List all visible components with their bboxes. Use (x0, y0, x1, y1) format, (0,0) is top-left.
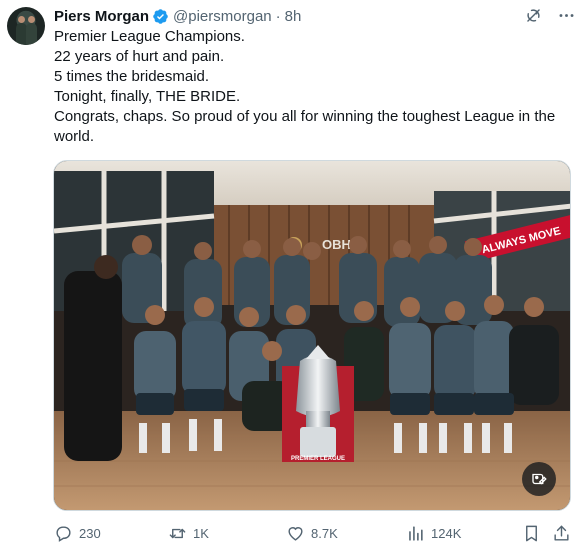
retweet-icon (169, 528, 186, 539)
like-count: 8.7K (311, 526, 338, 541)
post-line: Premier League Champions. (54, 28, 245, 45)
header-separator: · (275, 7, 281, 25)
repost-button[interactable]: 1K (168, 524, 209, 543)
edit-image-icon (532, 473, 547, 485)
views-button[interactable]: 124K (406, 524, 461, 543)
post-line: 5 times the bridesmaid. (54, 68, 210, 85)
like-button[interactable]: 8.7K (286, 524, 338, 543)
avatar-head-right (28, 16, 35, 23)
reply-icon (56, 526, 71, 542)
trophy-banner-text: PREMIER LEAGUE (291, 456, 345, 462)
grok-icon[interactable] (524, 6, 543, 25)
author-handle[interactable]: @piersmorgan (173, 8, 272, 25)
author-avatar[interactable] (7, 7, 45, 45)
tweet[interactable]: Piers Morgan @piersmorgan · 8h Premier L… (0, 0, 586, 553)
heart-icon (288, 527, 303, 541)
action-bar: 230 1K 8.7K 124K (54, 524, 574, 546)
wall-lettering: OBH (322, 237, 351, 252)
author-name[interactable]: Piers Morgan (54, 8, 149, 25)
share-button[interactable] (552, 524, 571, 543)
post-line: Congrats, chaps. So proud of you all for… (54, 108, 560, 145)
post-text: Premier League Champions. 22 years of hu… (54, 27, 574, 147)
more-icon[interactable] (557, 6, 576, 25)
bookmark-icon (526, 525, 537, 542)
media-action-button[interactable] (522, 462, 556, 496)
post-time[interactable]: 8h (285, 8, 302, 25)
views-icon (409, 526, 423, 541)
views-count: 124K (431, 526, 462, 541)
header-actions (524, 6, 576, 25)
bookmark-button[interactable] (522, 524, 541, 543)
reply-button[interactable]: 230 (54, 524, 101, 543)
post-line: Tonight, finally, THE BRIDE. (54, 88, 241, 105)
share-icon (554, 525, 569, 541)
team-celebration-photo: ALWAYS MOVE OBH PREMIER LEAGUE (54, 161, 570, 510)
reply-count: 230 (79, 526, 101, 541)
staff-member (64, 271, 122, 461)
avatar-head-left (18, 16, 25, 23)
repost-count: 1K (193, 526, 209, 541)
post-line: 22 years of hurt and pain. (54, 48, 225, 65)
avatar-figure-right (26, 23, 37, 45)
post-photo[interactable]: ALWAYS MOVE OBH PREMIER LEAGUE (53, 160, 571, 511)
tweet-header: Piers Morgan @piersmorgan · 8h (54, 6, 576, 26)
verified-badge-icon (152, 8, 169, 25)
